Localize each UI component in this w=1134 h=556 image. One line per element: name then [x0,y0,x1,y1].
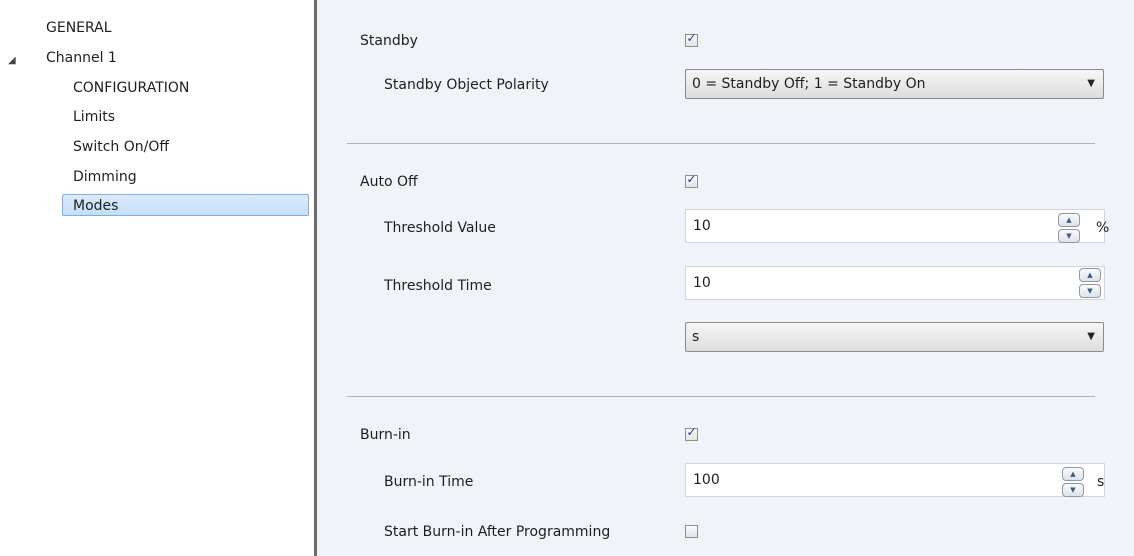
start-burn-in-after-programming-checkbox[interactable] [685,525,698,538]
sidebar-item-label: Switch On/Off [73,139,170,155]
section-divider [347,143,1095,144]
sidebar-item-general[interactable]: GENERAL [46,17,112,39]
threshold-time-input[interactable]: 10 [685,266,1105,300]
sidebar-item-switch-on-off[interactable]: Switch On/Off [73,136,169,158]
arrow-up-icon: ▲ [1087,271,1093,279]
section-divider [347,396,1095,397]
arrow-down-icon: ▼ [1087,287,1093,295]
threshold-value-unit: % [1096,220,1110,236]
input-value: 100 [693,472,720,488]
standby-label: Standby [360,33,418,49]
dropdown-value: s [692,329,700,345]
arrow-down-icon: ▼ [1070,486,1076,494]
burn-in-time-input[interactable]: 100 [685,463,1105,497]
threshold-value-label: Threshold Value [384,220,496,236]
standby-checkbox[interactable]: ✓ [685,31,698,47]
sidebar-item-configuration[interactable]: CONFIGURATION [73,77,189,99]
sidebar-item-dimming[interactable]: Dimming [73,166,137,188]
arrow-up-icon: ▲ [1070,470,1076,478]
sidebar-item-label: Modes [73,198,119,214]
threshold-value-input[interactable]: 10 [685,209,1105,243]
threshold-time-spinner: ▲ ▼ [1079,268,1101,298]
dropdown-value: 0 = Standby Off; 1 = Standby On [692,76,926,92]
sidebar-item-label: Channel 1 [46,50,117,66]
arrow-up-icon: ▲ [1066,216,1072,224]
burn-in-checkbox[interactable]: ✓ [685,425,698,441]
spin-up-button[interactable]: ▲ [1062,467,1084,481]
standby-polarity-label: Standby Object Polarity [384,77,549,93]
threshold-value-spinner: ▲ ▼ [1058,213,1080,243]
parameters-panel: Standby ✓ Standby Object Polarity 0 = St… [317,0,1134,556]
burn-in-time-spinner: ▲ ▼ [1062,467,1084,497]
sidebar-item-label: GENERAL [46,20,112,36]
input-value: 10 [693,218,711,234]
sidebar-item-modes[interactable]: Modes [62,194,309,216]
burn-in-time-unit: s [1097,474,1105,490]
auto-off-label: Auto Off [360,174,418,190]
threshold-time-unit-dropdown[interactable]: s ▼ [685,322,1104,352]
spin-down-button[interactable]: ▼ [1062,483,1084,497]
chevron-down-icon: ▼ [1087,78,1095,89]
threshold-time-label: Threshold Time [384,278,492,294]
spin-down-button[interactable]: ▼ [1058,229,1080,243]
sidebar-item-label: CONFIGURATION [73,80,190,96]
chevron-down-icon: ▼ [1087,331,1095,342]
burn-in-label: Burn-in [360,427,411,443]
sidebar-item-label: Dimming [73,169,137,185]
check-icon: ✓ [686,425,697,439]
spin-down-button[interactable]: ▼ [1079,284,1101,298]
expand-arrow-icon[interactable]: ◢ [8,55,16,66]
spin-up-button[interactable]: ▲ [1058,213,1080,227]
start-burn-in-after-programming-label: Start Burn-in After Programming [384,524,611,540]
burn-in-time-label: Burn-in Time [384,474,474,490]
arrow-down-icon: ▼ [1066,232,1072,240]
auto-off-checkbox[interactable]: ✓ [685,172,698,188]
sidebar-item-channel-1[interactable]: Channel 1 [46,47,117,69]
spin-up-button[interactable]: ▲ [1079,268,1101,282]
sidebar-tree: GENERAL ◢ Channel 1 CONFIGURATION Limits… [0,0,314,556]
check-icon: ✓ [686,31,697,45]
input-value: 10 [693,275,711,291]
sidebar-item-label: Limits [73,109,115,125]
sidebar-item-limits[interactable]: Limits [73,106,115,128]
standby-polarity-dropdown[interactable]: 0 = Standby Off; 1 = Standby On ▼ [685,69,1104,99]
app-window: GENERAL ◢ Channel 1 CONFIGURATION Limits… [0,0,1134,556]
check-icon: ✓ [686,172,697,186]
